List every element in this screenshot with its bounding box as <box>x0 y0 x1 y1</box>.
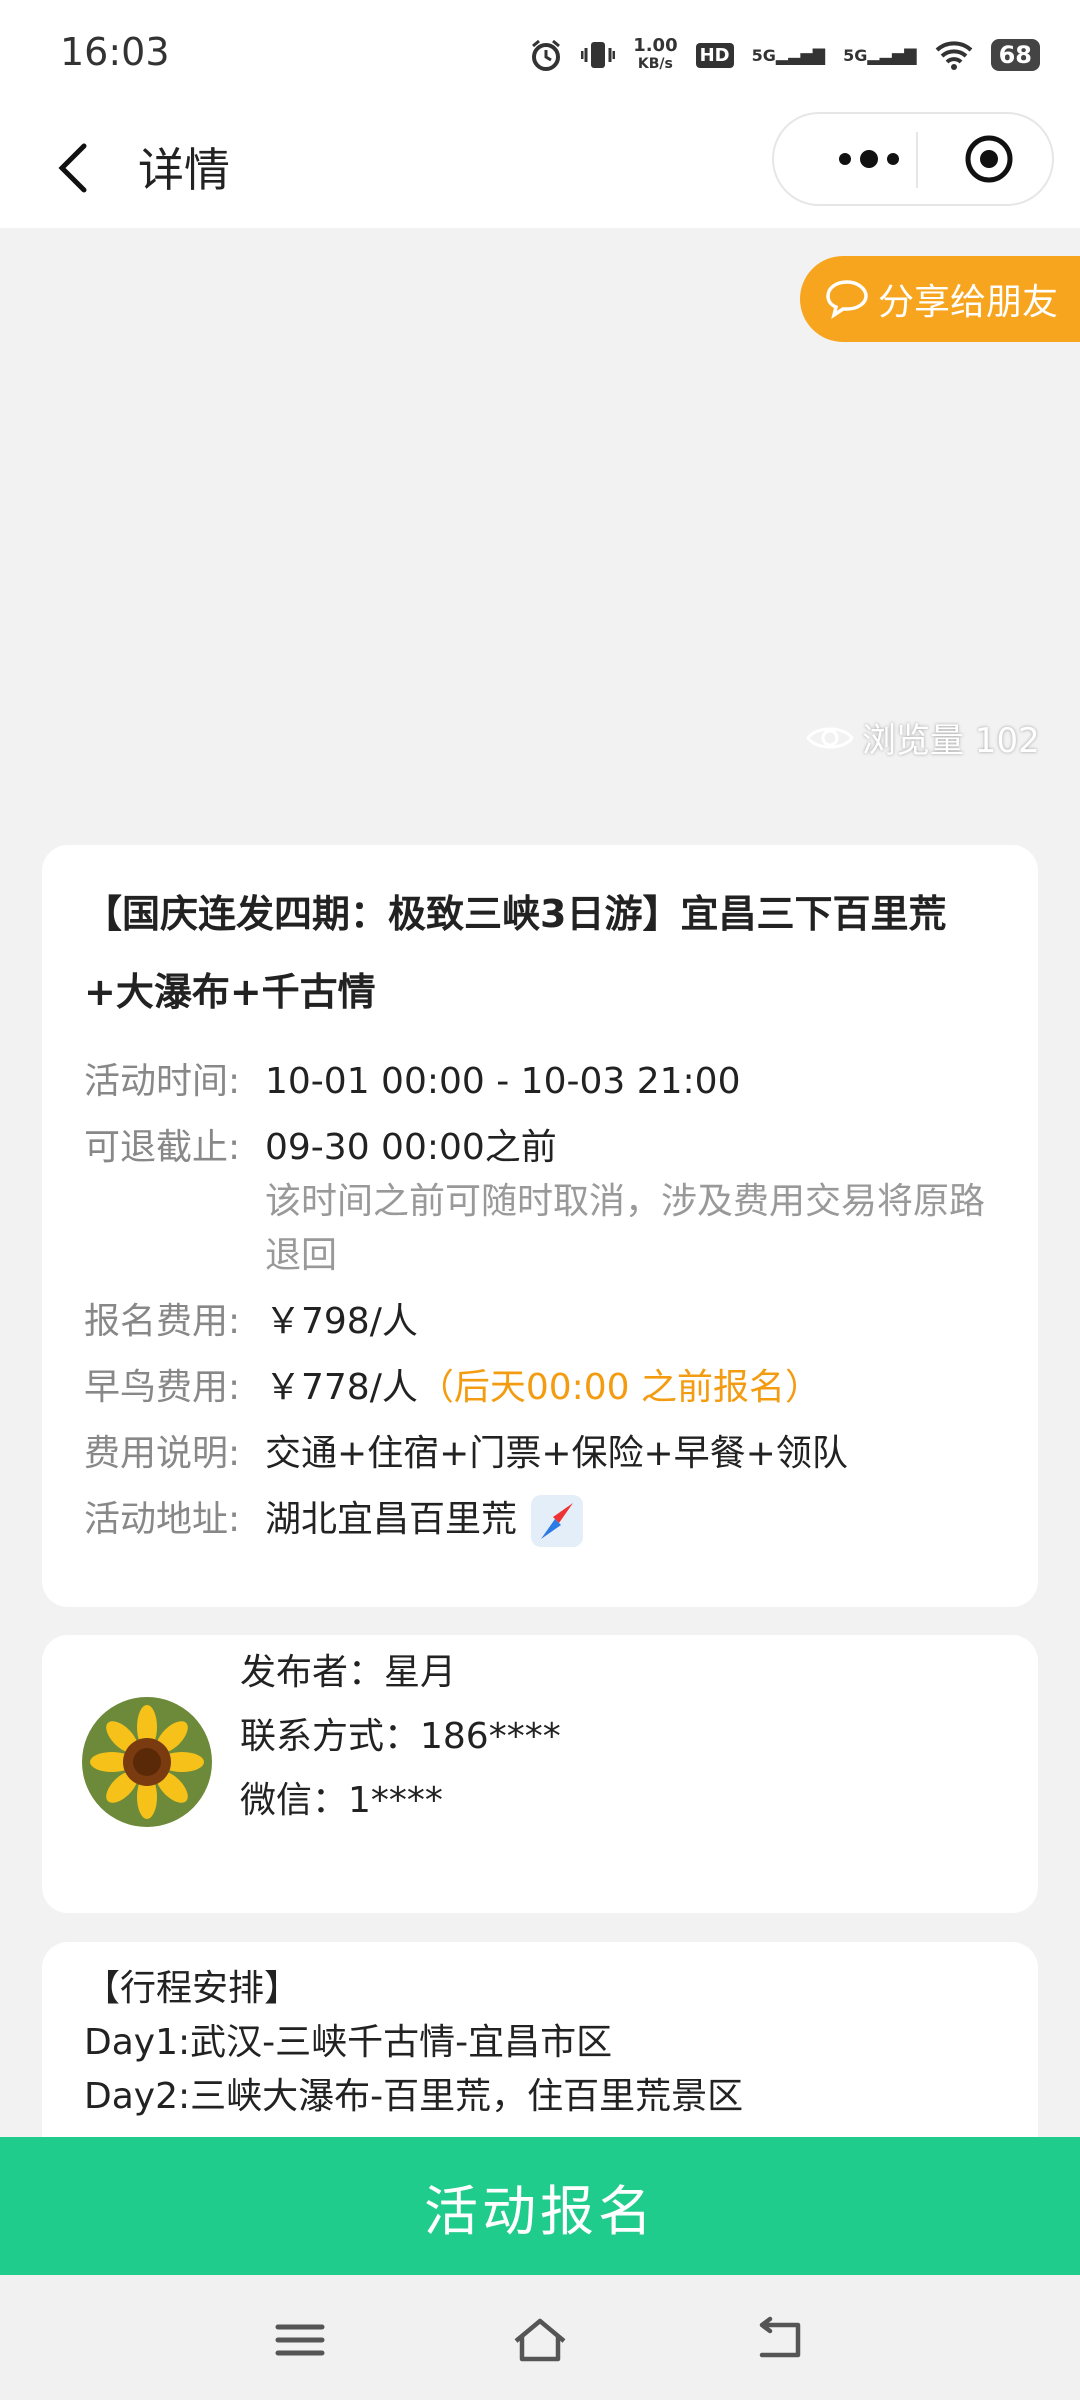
label-activity-time: 活动时间: <box>84 1061 241 1102</box>
publisher-name: 发布者：星月 <box>240 1652 457 1693</box>
label-fee-description: 费用说明: <box>84 1433 241 1474</box>
publisher-contact: 联系方式：186**** <box>240 1716 561 1757</box>
itinerary-heading: 【行程安排】 <box>84 1968 301 2009</box>
row-fee-description: 费用说明: 交通+住宿+门票+保险+早餐+领队 <box>84 1427 848 1481</box>
hd-icon: HD <box>695 42 734 68</box>
signal-5g-2: 5G▂▃▅▇ <box>843 45 917 65</box>
row-refund-deadline: 可退截止: 09-30 00:00之前 该时间之前可随时取消，涉及费用交易将原路… <box>84 1121 995 1283</box>
chat-bubble-icon <box>826 280 868 319</box>
eye-icon <box>806 727 854 748</box>
label-address: 活动地址: <box>84 1499 241 1540</box>
alarm-icon <box>532 39 561 71</box>
share-to-friends-button[interactable]: 分享给朋友 <box>800 256 1080 342</box>
value-signup-fee: ￥798/人 <box>265 1301 418 1342</box>
row-activity-time: 活动时间: 10-01 00:00 - 10-03 21:00 <box>84 1055 740 1109</box>
vibrate-icon <box>581 42 616 68</box>
wifi-icon <box>935 41 972 70</box>
event-info-card: 【国庆连发四期：极致三峡3日游】宜昌三下百里荒+大瀑布+千古情 活动时间: 10… <box>42 845 1038 1607</box>
home-icon[interactable] <box>510 2315 570 2365</box>
system-nav-bar <box>0 2275 1080 2400</box>
status-bar: 16:03 1.00 KB/s HD 5G▂▃▅▇ 5G▂▃▅▇ 68 <box>0 0 1080 110</box>
row-signup-fee: 报名费用: ￥798/人 <box>84 1295 418 1349</box>
target-icon[interactable] <box>964 134 1014 184</box>
miniapp-capsule <box>772 112 1054 206</box>
map-navigation-icon[interactable] <box>529 1493 585 1549</box>
share-label: 分享给朋友 <box>878 282 1059 323</box>
publisher-card: 发布者：星月 联系方式：186**** 微信：1**** <box>42 1635 1038 1913</box>
activity-signup-button[interactable]: 活动报名 <box>0 2137 1080 2275</box>
chevron-left-icon[interactable] <box>48 138 98 198</box>
itinerary-day1: Day1:武汉-三峡千古情-宜昌市区 <box>84 2022 613 2063</box>
network-speed: 1.00 KB/s <box>633 35 678 73</box>
itinerary-day2: Day2:三峡大瀑布-百里荒，住百里荒景区 <box>84 2076 744 2117</box>
back-icon[interactable] <box>750 2315 810 2365</box>
value-activity-time: 10-01 00:00 - 10-03 21:00 <box>265 1061 741 1102</box>
battery-icon: 68 <box>990 39 1040 71</box>
label-signup-fee: 报名费用: <box>84 1301 241 1342</box>
menu-icon[interactable] <box>270 2315 330 2365</box>
value-fee-description: 交通+住宿+门票+保险+早餐+领队 <box>265 1433 848 1474</box>
avatar <box>82 1697 212 1827</box>
publisher-wechat: 微信：1**** <box>240 1780 443 1821</box>
view-count-label: 浏览量 102 <box>862 721 1040 761</box>
nav-bar: 详情 <box>0 110 1080 228</box>
page-title: 详情 <box>138 143 230 197</box>
early-bird-deadline: （后天00:00 之前报名） <box>417 1367 822 1408</box>
value-refund-deadline: 09-30 00:00之前 <box>265 1127 557 1168</box>
row-early-bird-fee: 早鸟费用: ￥778/人 （后天00:00 之前报名） <box>84 1361 821 1415</box>
label-refund-deadline: 可退截止: <box>84 1127 241 1168</box>
sunflower-icon <box>82 1697 212 1827</box>
label-early-bird-fee: 早鸟费用: <box>84 1367 241 1408</box>
view-count: 浏览量 102 <box>806 713 1040 762</box>
status-time: 16:03 <box>60 30 170 74</box>
row-address: 活动地址: 湖北宜昌百里荒 <box>84 1493 585 1549</box>
status-icons: 1.00 KB/s HD 5G▂▃▅▇ 5G▂▃▅▇ 68 <box>529 30 1040 80</box>
value-address: 湖北宜昌百里荒 <box>265 1499 518 1540</box>
itinerary-content: 【行程安排】 Day1:武汉-三峡千古情-宜昌市区 Day2:三峡大瀑布-百里荒… <box>84 1962 743 2124</box>
capsule-divider <box>916 132 918 188</box>
signal-5g-1: 5G▂▃▅▇ <box>751 45 826 65</box>
value-early-bird-fee: ￥778/人 <box>265 1367 418 1408</box>
more-dots-icon[interactable] <box>814 114 924 204</box>
event-title: 【国庆连发四期：极致三峡3日游】宜昌三下百里荒+大瀑布+千古情 <box>84 892 947 1014</box>
refund-note: 该时间之前可随时取消，涉及费用交易将原路退回 <box>265 1181 986 1276</box>
